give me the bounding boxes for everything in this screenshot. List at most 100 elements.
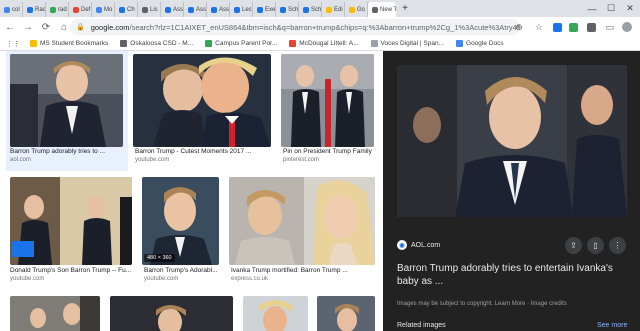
tab-favicon-icon bbox=[326, 6, 332, 13]
bookmark-item[interactable]: MS Student Bookmarks bbox=[30, 40, 108, 47]
browser-tab[interactable]: Ass bbox=[161, 2, 184, 17]
tab-label: Exe bbox=[265, 6, 276, 13]
minimize-button[interactable]: — bbox=[583, 0, 601, 17]
tab-favicon-icon bbox=[211, 6, 217, 13]
back-button[interactable]: ← bbox=[2, 19, 18, 35]
forward-button[interactable]: → bbox=[20, 19, 36, 35]
browser-tab[interactable]: Go bbox=[345, 2, 368, 17]
browser-tab[interactable]: Ass bbox=[207, 2, 230, 17]
profile-avatar[interactable] bbox=[620, 17, 634, 37]
extension-icon[interactable] bbox=[566, 17, 580, 37]
result-caption[interactable]: Barron Trump's Adorabl... bbox=[144, 267, 222, 274]
result-thumbnail[interactable] bbox=[317, 296, 375, 331]
browser-tab[interactable]: Ass bbox=[184, 2, 207, 17]
barron-photo-8 bbox=[317, 296, 375, 331]
result-caption[interactable]: Barron Trump - Cutest Moments 2017 ... bbox=[135, 148, 275, 155]
bookmark-favicon-icon bbox=[120, 40, 128, 47]
tab-favicon-icon bbox=[50, 6, 56, 13]
result-thumbnail[interactable] bbox=[243, 296, 308, 331]
tab-label: Edi bbox=[334, 6, 343, 13]
new-tab-button[interactable]: + bbox=[398, 3, 412, 14]
browser-tab[interactable]: Exe bbox=[253, 2, 276, 17]
result-thumbnail[interactable] bbox=[133, 54, 271, 147]
extension-icon[interactable] bbox=[550, 17, 564, 37]
cast-icon[interactable]: ▭ bbox=[603, 17, 617, 37]
bookmark-item[interactable]: Campus Parent Por... bbox=[205, 40, 277, 47]
browser-tab[interactable]: Def bbox=[69, 2, 92, 17]
result-source: youtube.com bbox=[144, 276, 179, 282]
tab-label: Sch bbox=[288, 6, 299, 13]
bookmark-item[interactable]: Voces Digital | Span... bbox=[370, 40, 444, 47]
result-thumbnail[interactable] bbox=[110, 296, 233, 331]
reload-button[interactable]: ⟳ bbox=[38, 19, 54, 35]
result-caption[interactable]: Barron Trump adorably tries to ... bbox=[10, 148, 125, 155]
preview-image[interactable] bbox=[397, 65, 627, 217]
copyright-note: Images may be subject to copyright. Lear… bbox=[397, 301, 567, 307]
bookmark-item[interactable]: Oskaloosa CSD - M... bbox=[120, 40, 193, 47]
tab-label: Rac bbox=[35, 6, 46, 13]
tab-favicon-icon bbox=[119, 6, 125, 13]
result-thumbnail[interactable] bbox=[10, 54, 123, 147]
result-thumbnail[interactable] bbox=[10, 177, 132, 265]
bookmark-label: McDougal Littell: A... bbox=[299, 40, 359, 47]
tab-favicon-icon bbox=[280, 6, 286, 13]
result-source: youtube.com bbox=[10, 276, 45, 282]
browser-tab[interactable]: Ch bbox=[115, 2, 138, 17]
lock-icon: 🔒 bbox=[76, 24, 85, 31]
browser-tab[interactable]: Sch bbox=[276, 2, 299, 17]
tab-favicon-icon bbox=[165, 6, 171, 13]
result-caption[interactable]: Ivanka Trump mortified: Barron Trump ... bbox=[231, 267, 379, 274]
aol-logo-icon: ◉ bbox=[397, 240, 407, 250]
bookmark-star-icon[interactable]: ☆ bbox=[532, 17, 546, 37]
result-thumbnail[interactable] bbox=[281, 54, 374, 147]
result-thumbnail[interactable] bbox=[142, 177, 219, 265]
bookmark-item[interactable]: Google Docs bbox=[456, 40, 504, 47]
share-icon[interactable]: ⇪ bbox=[565, 237, 582, 254]
save-bookmark-icon[interactable]: ▯ bbox=[587, 237, 604, 254]
bookmark-item[interactable]: McDougal Littell: A... bbox=[289, 40, 359, 47]
bookmark-label: Campus Parent Por... bbox=[215, 40, 278, 47]
tab-label: Ch bbox=[127, 6, 135, 13]
result-source: aol.com bbox=[10, 157, 32, 163]
browser-tab[interactable]: New Ta bbox=[368, 2, 396, 17]
browser-tab[interactable]: rad bbox=[46, 2, 69, 17]
see-more-link[interactable]: See more bbox=[597, 322, 627, 329]
zoom-icon[interactable]: ⊕ bbox=[512, 17, 526, 37]
barron-photo-5 bbox=[142, 177, 219, 265]
bookmark-label: MS Student Bookmarks bbox=[40, 40, 109, 47]
browser-tab[interactable]: Mo bbox=[92, 2, 115, 17]
bookmark-label: Google Docs bbox=[466, 40, 504, 47]
maximize-button[interactable]: ☐ bbox=[602, 0, 620, 17]
bookmark-favicon-icon bbox=[370, 40, 378, 47]
tab-favicon-icon bbox=[188, 6, 194, 13]
browser-tab[interactable]: Edi bbox=[322, 2, 345, 17]
bookmark-favicon-icon bbox=[289, 40, 297, 47]
result-caption[interactable]: Donald Trump's Son Barron Trump -- Fu... bbox=[10, 267, 135, 274]
bookmark-favicon-icon bbox=[30, 40, 37, 47]
apps-icon[interactable]: ⋮⋮ bbox=[6, 40, 20, 48]
more-options-icon[interactable]: ⋮ bbox=[609, 237, 626, 254]
preview-source[interactable]: ◉ AOL.com bbox=[397, 240, 440, 250]
preview-title[interactable]: Barron Trump adorably tries to entertain… bbox=[397, 262, 627, 288]
result-source: youtube.com bbox=[135, 157, 170, 163]
browser-tab[interactable]: col bbox=[0, 2, 23, 17]
result-caption[interactable]: Pin on President Trump Family bbox=[283, 148, 378, 155]
related-images-heading: Related images bbox=[397, 322, 446, 329]
extension-icon[interactable] bbox=[584, 17, 598, 37]
tab-favicon-icon bbox=[349, 6, 355, 13]
browser-tab[interactable]: Rac bbox=[23, 2, 46, 17]
close-window-button[interactable]: ✕ bbox=[621, 0, 639, 17]
bookmarks-bar: ⋮⋮ MS Student Bookmarks Oskaloosa CSD - M… bbox=[0, 37, 640, 51]
preview-source-label: AOL.com bbox=[411, 241, 441, 249]
tab-label: New Ta bbox=[380, 6, 396, 13]
tab-label: Lec bbox=[242, 6, 252, 13]
tab-label: Lis bbox=[150, 6, 158, 13]
browser-tab[interactable]: Lis bbox=[138, 2, 161, 17]
tab-label: Ass bbox=[196, 6, 207, 13]
result-thumbnail[interactable] bbox=[10, 296, 100, 331]
browser-tab[interactable]: Lec bbox=[230, 2, 253, 17]
barron-photo-2 bbox=[133, 54, 271, 147]
result-thumbnail[interactable] bbox=[229, 177, 375, 265]
address-bar[interactable]: 🔒 google.com /search?rlz=1C1AIXET_enUS86… bbox=[70, 19, 520, 35]
browser-tab[interactable]: Sch bbox=[299, 2, 322, 17]
